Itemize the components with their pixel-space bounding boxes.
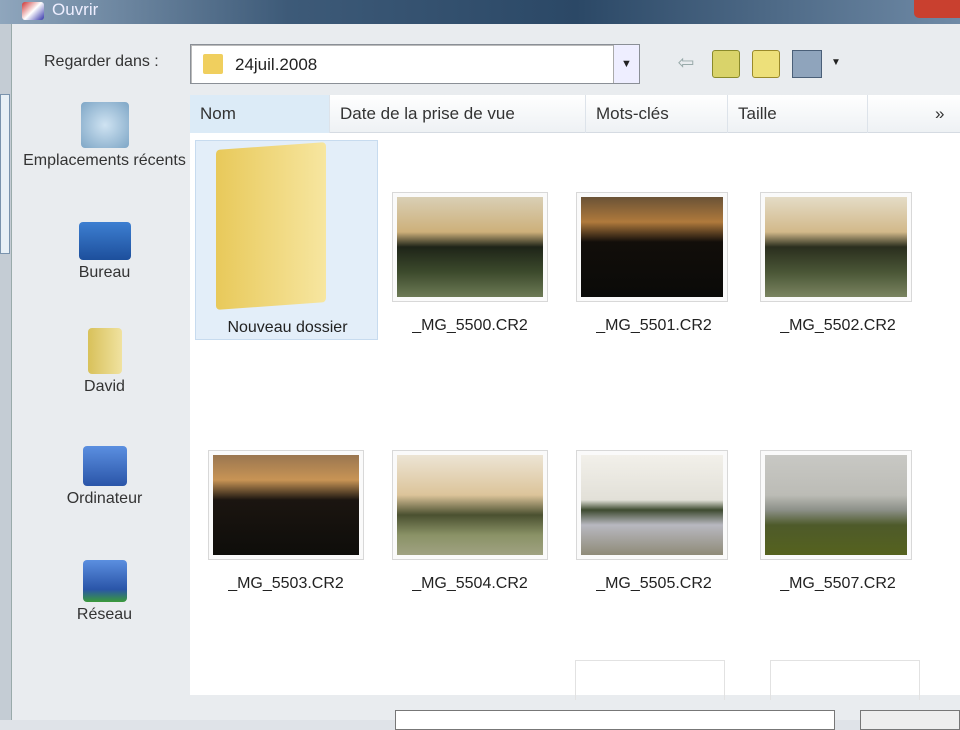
places-bar: Emplacements récents Bureau David Ordina…	[22, 92, 187, 692]
back-arrow-icon[interactable]: ⇦	[672, 50, 700, 78]
file-name: _MG_5503.CR2	[228, 575, 344, 592]
computer-icon	[82, 446, 127, 486]
sidebar-item-label: Emplacements récents	[23, 152, 186, 169]
sidebar-item-label: Bureau	[78, 264, 131, 281]
column-header: Nom Date de la prise de vue Mots-clés Ta…	[190, 95, 960, 133]
column-name[interactable]: Nom	[190, 95, 330, 133]
chevron-down-icon[interactable]: ▼	[613, 45, 639, 83]
close-button[interactable]	[914, 0, 960, 18]
file-thumbnail[interactable]	[760, 450, 912, 560]
file-list[interactable]: Nom Date de la prise de vue Mots-clés Ta…	[190, 95, 960, 700]
desktop-icon	[78, 222, 131, 260]
look-in-combobox[interactable]: 24juil.2008 ▼	[190, 44, 640, 84]
look-in-label: Regarder dans :	[44, 53, 159, 70]
folder-icon	[216, 142, 326, 310]
more-columns-button[interactable]: »	[925, 95, 960, 133]
open-button[interactable]	[860, 710, 960, 730]
file-thumbnail[interactable]	[576, 192, 728, 302]
file-name: _MG_5504.CR2	[412, 575, 528, 592]
app-icon	[22, 2, 44, 20]
network-icon	[82, 560, 127, 602]
photo-thumbnail	[397, 455, 543, 555]
column-keywords[interactable]: Mots-clés	[586, 95, 728, 133]
user-folder-icon	[87, 328, 122, 374]
photo-thumbnail	[213, 455, 359, 555]
column-size[interactable]: Taille	[728, 95, 868, 133]
new-folder-icon[interactable]	[752, 50, 780, 78]
column-date-taken[interactable]: Date de la prise de vue	[330, 95, 586, 133]
recent-places-icon	[80, 102, 129, 148]
window-title: Ouvrir	[52, 0, 99, 19]
file-thumbnail[interactable]	[760, 192, 912, 302]
sidebar-item-label: Réseau	[76, 606, 133, 623]
file-name: Nouveau dossier	[227, 319, 348, 336]
sidebar-item-david[interactable]: David	[22, 328, 187, 396]
file-name-input[interactable]	[395, 710, 835, 730]
file-thumbnail[interactable]	[392, 192, 548, 302]
sidebar-item-recent[interactable]: Emplacements récents	[22, 102, 187, 170]
file-name: _MG_5505.CR2	[596, 575, 712, 592]
file-thumbnail[interactable]	[576, 450, 728, 560]
sidebar-item-computer[interactable]: Ordinateur	[22, 446, 187, 508]
folder-up-icon[interactable]	[712, 50, 740, 78]
title-bar: Ouvrir	[0, 0, 960, 24]
file-name: _MG_5507.CR2	[780, 575, 896, 592]
photo-thumbnail	[765, 455, 907, 555]
background-window-edge	[0, 24, 12, 720]
background-panel	[0, 94, 10, 254]
file-thumbnail[interactable]	[392, 450, 548, 560]
photo-thumbnail	[581, 455, 723, 555]
sidebar-item-network[interactable]: Réseau	[22, 560, 187, 624]
sidebar-item-desktop[interactable]: Bureau	[22, 222, 187, 282]
photo-thumbnail	[581, 197, 723, 297]
sidebar-item-label: Ordinateur	[66, 490, 143, 507]
views-dropdown-icon[interactable]: ▼	[822, 50, 850, 78]
views-menu-icon[interactable]	[792, 50, 822, 78]
file-thumbnail[interactable]	[208, 450, 364, 560]
file-name: _MG_5501.CR2	[596, 317, 712, 334]
file-name: _MG_5502.CR2	[780, 317, 896, 334]
folder-icon	[203, 54, 223, 74]
location-value: 24juil.2008	[235, 55, 318, 74]
folder-item[interactable]: Nouveau dossier	[195, 140, 378, 340]
file-name: _MG_5500.CR2	[412, 317, 528, 334]
photo-thumbnail	[765, 197, 907, 297]
file-thumbnail-partial[interactable]	[770, 660, 920, 700]
file-thumbnail-partial[interactable]	[575, 660, 725, 700]
sidebar-item-label: David	[84, 378, 125, 395]
photo-thumbnail	[397, 197, 543, 297]
